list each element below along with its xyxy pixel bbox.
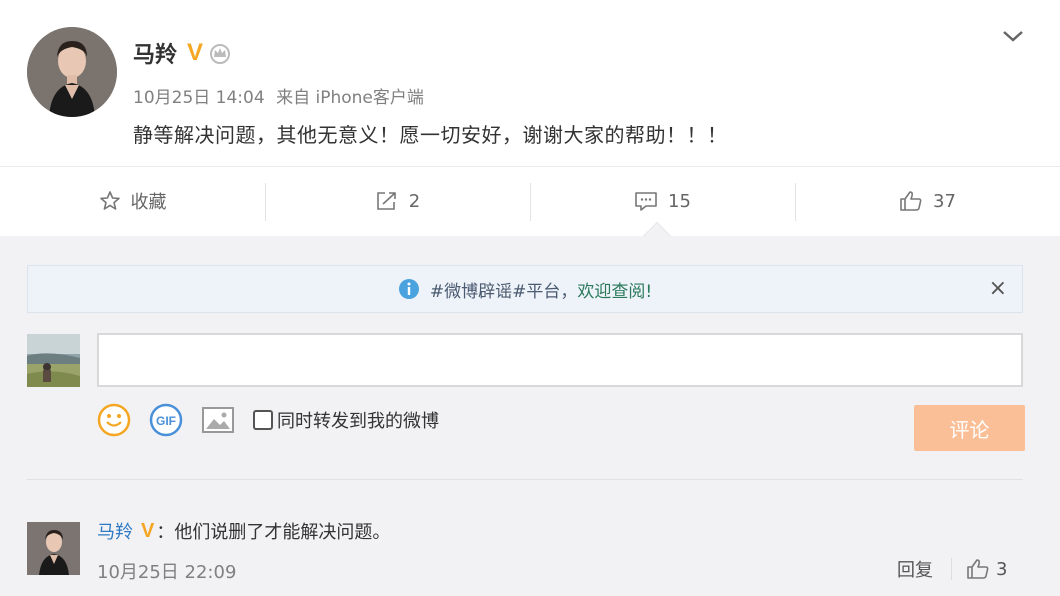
post-content: 静等解决问题，其他无意义！愿一切安好，谢谢大家的帮助！！！ xyxy=(133,123,728,147)
repost-count: 2 xyxy=(408,190,421,212)
emoji-button[interactable] xyxy=(97,403,131,437)
gif-icon: GIF xyxy=(149,403,183,437)
comment-item: 马羚 V ： 他们说删了才能解决问题。 xyxy=(97,516,390,546)
forward-checkbox[interactable] xyxy=(253,410,273,430)
divider xyxy=(27,479,1023,480)
comment-actions: 回复 3 xyxy=(897,556,1007,582)
reply-button[interactable]: 回复 xyxy=(897,556,933,582)
author-name[interactable]: 马羚 xyxy=(133,37,177,69)
comment-count: 15 xyxy=(668,190,691,212)
notice-link[interactable]: 欢迎查阅! xyxy=(577,277,652,302)
author-avatar[interactable] xyxy=(27,27,117,117)
image-button[interactable] xyxy=(201,405,235,435)
info-icon xyxy=(398,279,419,299)
comment-icon xyxy=(635,192,657,211)
verified-v-icon: V xyxy=(141,519,155,542)
comment-button[interactable]: 15 xyxy=(530,167,795,235)
chevron-down-icon[interactable] xyxy=(1000,26,1026,46)
thumbs-up-icon[interactable] xyxy=(966,558,990,580)
like-button[interactable]: 37 xyxy=(795,167,1060,235)
repost-icon xyxy=(376,192,396,210)
my-avatar[interactable] xyxy=(27,334,80,387)
svg-text:GIF: GIF xyxy=(156,414,176,428)
post-source: 来自 iPhone客户端 xyxy=(276,88,424,108)
comment-input[interactable] xyxy=(97,333,1023,387)
comment-author-avatar[interactable] xyxy=(27,522,80,575)
post-meta: 10月25日 14:04 来自 iPhone客户端 xyxy=(133,83,430,108)
weibo-post: 马羚 V 10月25日 14:04 来自 iPhone客户端 静等解决问题，其他… xyxy=(0,0,1060,236)
forward-label[interactable]: 同时转发到我的微博 xyxy=(277,407,439,433)
divider xyxy=(951,558,952,580)
image-icon xyxy=(202,407,234,433)
forward-checkbox-group[interactable]: 同时转发到我的微博 xyxy=(253,407,439,433)
post-actions-bar: 收藏 2 15 37 xyxy=(0,167,1060,235)
rumor-notice-banner: #微博辟谣#平台， 欢迎查阅! × xyxy=(27,265,1023,313)
comment-time: 10月25日 22:09 xyxy=(97,562,237,583)
comment-like-count: 3 xyxy=(996,558,1008,580)
submit-comment-button[interactable]: 评论 xyxy=(914,405,1025,451)
favorite-button[interactable]: 收藏 xyxy=(0,167,265,235)
comment-author-name[interactable]: 马羚 xyxy=(97,518,133,544)
notice-text: #微博辟谣#平台， xyxy=(429,281,578,302)
close-icon[interactable]: × xyxy=(989,278,1007,300)
comment-separator: ： xyxy=(156,522,175,543)
crown-icon xyxy=(210,44,231,64)
comment-text: 他们说删了才能解决问题。 xyxy=(174,522,391,543)
verified-v-icon: V xyxy=(187,39,204,66)
smiley-icon xyxy=(97,403,131,437)
post-time[interactable]: 10月25日 14:04 xyxy=(133,88,265,108)
gif-button[interactable]: GIF xyxy=(149,403,183,437)
favorite-label: 收藏 xyxy=(130,192,167,213)
like-count: 37 xyxy=(933,190,956,212)
repost-button[interactable]: 2 xyxy=(265,167,530,235)
comment-toolbar: GIF 同时转发到我的微博 xyxy=(97,403,457,437)
star-icon xyxy=(99,191,120,210)
thumbs-up-icon xyxy=(900,191,922,211)
author-row: 马羚 V xyxy=(133,38,233,68)
